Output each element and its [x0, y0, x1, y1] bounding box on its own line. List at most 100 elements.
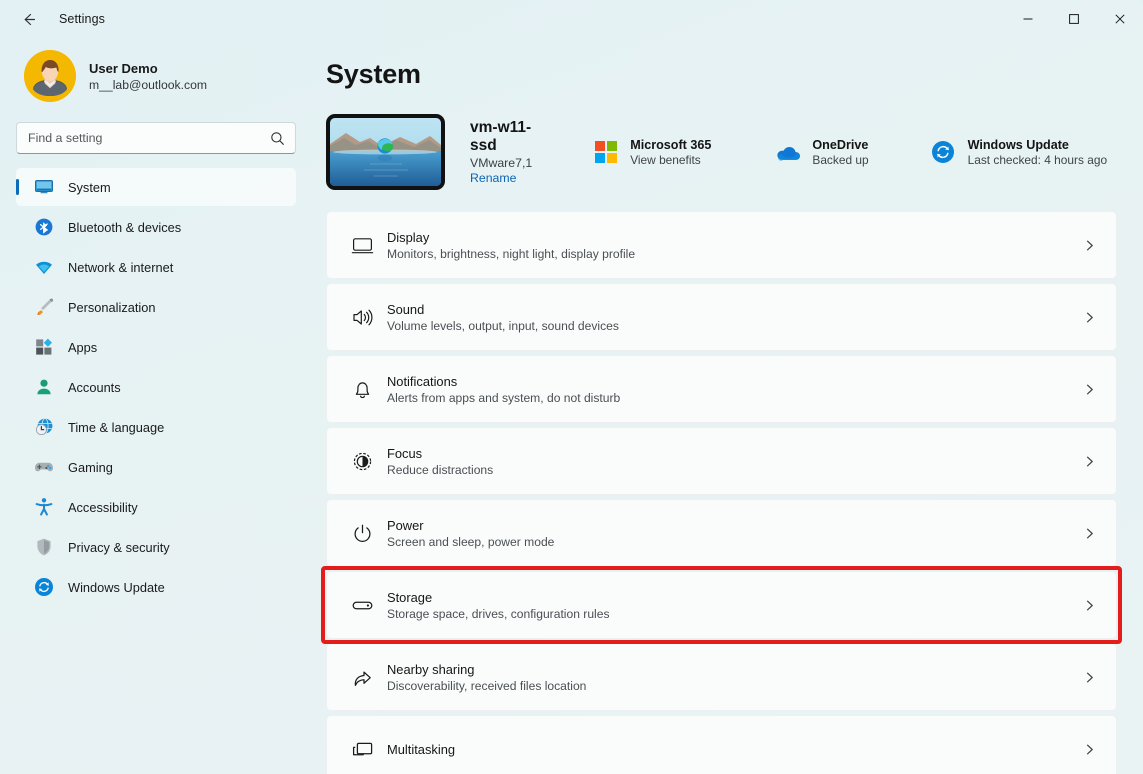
avatar: [24, 50, 76, 102]
share-icon: [354, 670, 371, 686]
sidebar-item-time-language[interactable]: Time & language: [16, 408, 296, 446]
settings-row-text: Power Screen and sleep, power mode: [387, 518, 554, 549]
settings-row-subtitle: Screen and sleep, power mode: [387, 534, 555, 549]
update-sync-icon: [35, 578, 53, 596]
settings-row-title: Storage: [387, 589, 433, 605]
settings-row-display[interactable]: Display Monitors, brightness, night light…: [326, 211, 1117, 279]
settings-row-multitasking[interactable]: Multitasking: [326, 715, 1117, 774]
gamepad-icon: [35, 462, 53, 472]
settings-row-text: Focus Reduce distractions: [387, 446, 493, 477]
settings-row-text: Storage Storage space, drives, configurat…: [387, 590, 610, 621]
settings-list: Display Monitors, brightness, night light…: [326, 211, 1117, 774]
status-card-microsoft-365[interactable]: Microsoft 365 View benefits: [583, 132, 721, 173]
sidebar-item-apps[interactable]: Apps: [16, 328, 296, 366]
display-monitor-icon: [341, 234, 383, 257]
microsoft-logo-icon: [593, 140, 618, 165]
sidebar-item-gaming[interactable]: Gaming: [16, 448, 296, 486]
device-wallpaper-thumbnail[interactable]: [326, 114, 445, 190]
settings-row-text: Nearby sharing Discoverability, received …: [387, 662, 586, 693]
wifi-icon: [34, 257, 54, 277]
speaker-icon: [352, 309, 373, 325]
device-info: vm-w11-ssd VMware7,1 Rename: [470, 119, 532, 185]
account-card[interactable]: User Demo m__lab@outlook.com: [16, 38, 296, 116]
status-card-title: Windows Update: [967, 137, 1069, 152]
app-title: Settings: [59, 12, 105, 26]
minimize-icon: [1023, 18, 1033, 20]
settings-row-nearby-sharing[interactable]: Nearby sharing Discoverability, received …: [326, 643, 1117, 711]
search-button[interactable]: [266, 127, 288, 149]
status-card-onedrive[interactable]: OneDrive Backed up: [765, 132, 878, 173]
close-button[interactable]: [1097, 0, 1143, 38]
status-card-title: Microsoft 365: [630, 137, 712, 152]
monitor-icon: [34, 177, 54, 197]
status-card-windows-update[interactable]: Windows Update Last checked: 4 hours ago: [921, 132, 1117, 173]
status-card-text: Windows Update Last checked: 4 hours ago: [968, 138, 1107, 167]
bell-icon: [355, 381, 369, 398]
settings-row-notifications[interactable]: Notifications Alerts from apps and system…: [326, 355, 1117, 423]
sidebar-item-accessibility[interactable]: Accessibility: [16, 488, 296, 526]
settings-row-subtitle: Volume levels, output, input, sound devi…: [387, 318, 619, 333]
status-card-text: OneDrive Backed up: [812, 138, 868, 167]
chevron-right-icon: [1078, 599, 1100, 612]
multitask-windows-icon: [352, 742, 372, 755]
multitask-windows-icon: [341, 738, 383, 761]
sidebar-item-label: System: [68, 179, 111, 195]
device-model: VMware7,1: [470, 156, 533, 170]
settings-row-sound[interactable]: Sound Volume levels, output, input, sound…: [326, 283, 1117, 351]
chevron-right-icon: [1086, 240, 1093, 250]
status-cards: Microsoft 365 View benefits OneDrive Bac…: [587, 132, 1117, 173]
settings-row-title: Notifications: [387, 373, 458, 389]
settings-row-focus[interactable]: Focus Reduce distractions: [326, 427, 1117, 495]
search-box: [16, 122, 296, 154]
storage-drive-icon: [341, 594, 383, 617]
search-icon: [270, 131, 284, 145]
sidebar-nav: System Bluetooth & devices Network & inter…: [16, 168, 296, 606]
sidebar-item-windows-update[interactable]: Windows Update: [16, 568, 296, 606]
settings-row-title: Nearby sharing: [387, 661, 475, 677]
chevron-right-icon: [1078, 383, 1100, 396]
settings-row-storage[interactable]: Storage Storage space, drives, configurat…: [326, 571, 1117, 639]
apps-grid-icon: [36, 338, 52, 355]
status-card-subtitle: Backed up: [812, 152, 869, 167]
settings-row-subtitle: Discoverability, received files location: [387, 678, 587, 693]
sidebar-item-bluetooth-devices[interactable]: Bluetooth & devices: [16, 208, 296, 246]
chevron-right-icon: [1078, 527, 1100, 540]
settings-row-subtitle: Monitors, brightness, night light, displ…: [387, 246, 636, 261]
bluetooth-icon: [34, 217, 54, 237]
rename-link[interactable]: Rename: [470, 171, 516, 185]
chevron-right-icon: [1086, 456, 1093, 466]
share-icon: [341, 666, 383, 689]
search-input[interactable]: [16, 122, 296, 154]
status-card-text: Microsoft 365 View benefits: [630, 138, 711, 167]
sidebar-item-network-internet[interactable]: Network & internet: [16, 248, 296, 286]
speaker-icon: [341, 306, 383, 329]
title-bar: Settings: [0, 0, 1143, 38]
sidebar-item-label: Bluetooth & devices: [68, 219, 182, 235]
update-sync-icon: [34, 577, 54, 597]
settings-row-subtitle: Storage space, drives, configuration rul…: [387, 606, 610, 621]
apps-grid-icon: [34, 337, 54, 357]
sidebar-item-accounts[interactable]: Accounts: [16, 368, 296, 406]
sidebar-item-label: Gaming: [68, 459, 113, 475]
device-header: vm-w11-ssd VMware7,1 Rename Microsoft 36…: [326, 112, 1117, 192]
settings-row-power[interactable]: Power Screen and sleep, power mode: [326, 499, 1117, 567]
maximize-button[interactable]: [1051, 0, 1097, 38]
sidebar-item-label: Apps: [68, 339, 98, 355]
sidebar-item-label: Windows Update: [68, 579, 165, 595]
update-sync-icon: [931, 140, 956, 165]
sidebar-item-system[interactable]: System: [16, 168, 296, 206]
focus-moon-icon: [341, 450, 383, 473]
accessibility-icon: [34, 497, 54, 517]
back-button[interactable]: [11, 4, 45, 34]
focus-moon-icon: [353, 452, 371, 470]
settings-row-text: Notifications Alerts from apps and system…: [387, 374, 620, 405]
chevron-right-icon: [1078, 743, 1100, 756]
clock-globe-icon: [34, 417, 54, 437]
minimize-button[interactable]: [1005, 0, 1051, 38]
person-icon: [34, 377, 54, 397]
close-icon: [1115, 14, 1125, 24]
user-avatar-icon: [24, 50, 76, 102]
sidebar-item-privacy-security[interactable]: Privacy & security: [16, 528, 296, 566]
settings-row-text: Display Monitors, brightness, night light…: [387, 230, 635, 261]
sidebar-item-personalization[interactable]: Personalization: [16, 288, 296, 326]
